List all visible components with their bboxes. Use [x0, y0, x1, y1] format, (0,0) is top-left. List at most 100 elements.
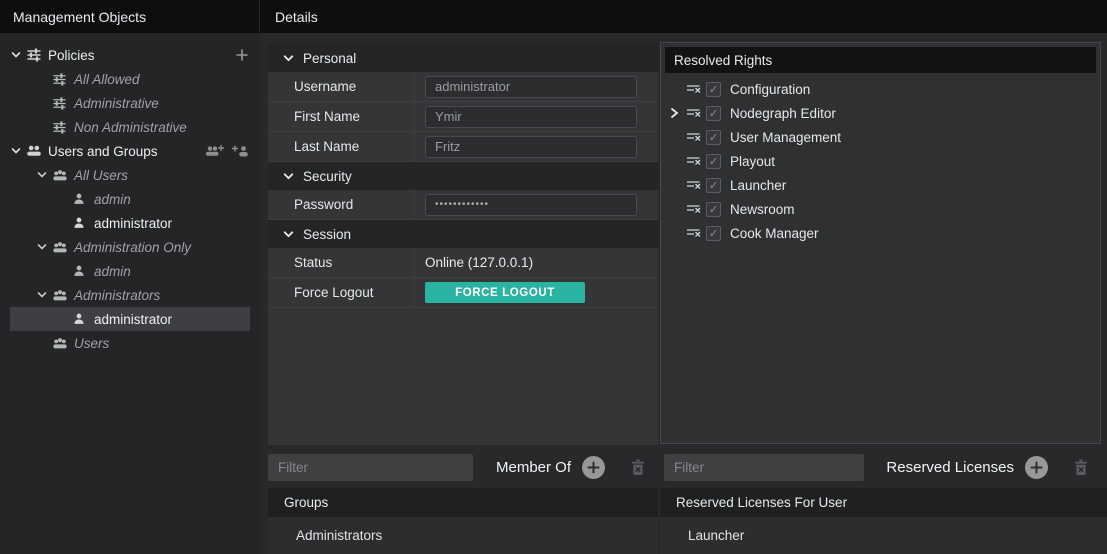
section-title: Security	[303, 169, 352, 184]
right-item-label: User Management	[730, 130, 841, 145]
reserved-licenses-filter-input[interactable]	[664, 454, 864, 481]
first-name-row: First Name	[268, 102, 658, 132]
tree-item-non-administrative[interactable]: Non Administrative	[0, 115, 260, 139]
chevron-down-icon[interactable]	[282, 170, 295, 183]
force-logout-button[interactable]: FORCE LOGOUT	[425, 282, 585, 303]
right-item-configuration[interactable]: Configuration	[661, 77, 1100, 101]
tree-item-label: Administration Only	[74, 240, 191, 255]
reserved-licenses-list: Launcher	[660, 517, 1107, 554]
tree-item-all-allowed[interactable]: All Allowed	[0, 67, 260, 91]
add-license-button[interactable]	[1025, 456, 1048, 479]
group-icon	[52, 336, 72, 351]
member-of-filter-input[interactable]	[268, 454, 473, 481]
resolved-rights-title: Resolved Rights	[674, 53, 772, 68]
password-field[interactable]	[425, 194, 637, 216]
checkbox-checked[interactable]	[706, 130, 721, 145]
right-item-label: Configuration	[730, 82, 810, 97]
checkbox-checked[interactable]	[706, 106, 721, 121]
section-personal[interactable]: Personal	[268, 44, 658, 72]
tree-item-users[interactable]: Users	[0, 331, 260, 355]
tree-item-admin-2[interactable]: admin	[0, 259, 260, 283]
chevron-down-icon[interactable]	[282, 228, 295, 241]
chevron-down-icon[interactable]	[36, 241, 52, 253]
tree-item-administration-only[interactable]: Administration Only	[0, 235, 260, 259]
tree-item-users-and-groups[interactable]: Users and Groups	[0, 139, 260, 163]
checkbox-checked[interactable]	[706, 82, 721, 97]
force-logout-label: Force Logout	[268, 278, 415, 307]
license-row[interactable]: Launcher	[660, 517, 1107, 554]
remove-license-button[interactable]	[1073, 459, 1089, 476]
username-field[interactable]	[425, 76, 637, 98]
details-header: Details	[260, 0, 1107, 33]
right-icon	[685, 129, 706, 145]
chevron-down-icon[interactable]	[36, 289, 52, 301]
sliders-icon	[52, 120, 72, 135]
password-row: Password	[268, 190, 658, 220]
management-tree: Policies All Allowed Administrative Non …	[0, 33, 260, 355]
add-member-button[interactable]	[582, 456, 605, 479]
section-title: Session	[303, 227, 351, 242]
checkbox-checked[interactable]	[706, 226, 721, 241]
chevron-down-icon[interactable]	[10, 49, 26, 61]
member-of-title: Member Of	[496, 459, 571, 476]
add-group-button[interactable]	[205, 144, 224, 159]
right-icon	[685, 201, 706, 217]
reserved-licenses-toolbar: Reserved Licenses	[660, 447, 1107, 488]
right-icon	[685, 177, 706, 193]
last-name-field[interactable]	[425, 136, 637, 158]
group-row[interactable]: Administrators	[268, 517, 658, 554]
username-row: Username	[268, 72, 658, 102]
tree-item-administrators[interactable]: Administrators	[0, 283, 260, 307]
tree-item-administrator[interactable]: administrator	[0, 211, 260, 235]
right-item-newsroom[interactable]: Newsroom	[661, 197, 1100, 221]
checkbox-checked[interactable]	[706, 154, 721, 169]
section-session[interactable]: Session	[268, 220, 658, 248]
member-of-section: Member Of Groups Administrators	[268, 447, 658, 554]
password-label: Password	[268, 190, 415, 219]
user-icon	[72, 312, 92, 326]
sliders-icon	[52, 96, 72, 111]
tree-item-administrative[interactable]: Administrative	[0, 91, 260, 115]
status-label: Status	[268, 248, 415, 277]
checkbox-checked[interactable]	[706, 178, 721, 193]
force-logout-row: Force Logout FORCE LOGOUT	[268, 278, 658, 308]
right-item-user-management[interactable]: User Management	[661, 125, 1100, 149]
right-item-label: Playout	[730, 154, 775, 169]
details-panel: Details Personal Username First Name Las…	[260, 0, 1107, 554]
right-icon	[685, 153, 706, 169]
reserved-licenses-section: Reserved Licenses Reserved Licenses For …	[660, 447, 1107, 554]
remove-member-button[interactable]	[630, 459, 646, 476]
tree-item-all-users[interactable]: All Users	[0, 163, 260, 187]
user-icon	[72, 264, 92, 278]
chevron-down-icon[interactable]	[10, 145, 26, 157]
user-icon	[72, 192, 92, 206]
right-icon	[685, 225, 706, 241]
first-name-field[interactable]	[425, 106, 637, 128]
tree-item-admin[interactable]: admin	[0, 187, 260, 211]
sliders-icon	[52, 72, 72, 87]
tree-item-administrator-selected[interactable]: administrator	[10, 307, 250, 331]
reserved-licenses-title: Reserved Licenses	[886, 459, 1014, 476]
status-row: Status Online (127.0.0.1)	[268, 248, 658, 278]
section-title: Personal	[303, 51, 356, 66]
chevron-down-icon[interactable]	[282, 52, 295, 65]
tree-item-policies[interactable]: Policies	[0, 43, 260, 67]
chevron-right-icon[interactable]	[669, 107, 685, 119]
right-item-label: Nodegraph Editor	[730, 106, 836, 121]
add-user-button[interactable]	[232, 144, 249, 159]
right-icon	[685, 81, 706, 97]
tree-item-label: Administrators	[74, 288, 160, 303]
group-row-label: Administrators	[296, 528, 382, 543]
right-item-playout[interactable]: Playout	[661, 149, 1100, 173]
users-icon	[26, 143, 46, 159]
tree-item-label: admin	[94, 264, 131, 279]
right-item-cook-manager[interactable]: Cook Manager	[661, 221, 1100, 245]
chevron-down-icon[interactable]	[36, 169, 52, 181]
add-policy-button[interactable]	[235, 48, 249, 62]
details-title: Details	[275, 9, 318, 25]
checkbox-checked[interactable]	[706, 202, 721, 217]
right-item-launcher[interactable]: Launcher	[661, 173, 1100, 197]
right-item-nodegraph-editor[interactable]: Nodegraph Editor	[661, 101, 1100, 125]
tree-item-label: Non Administrative	[74, 120, 187, 135]
section-security[interactable]: Security	[268, 162, 658, 190]
